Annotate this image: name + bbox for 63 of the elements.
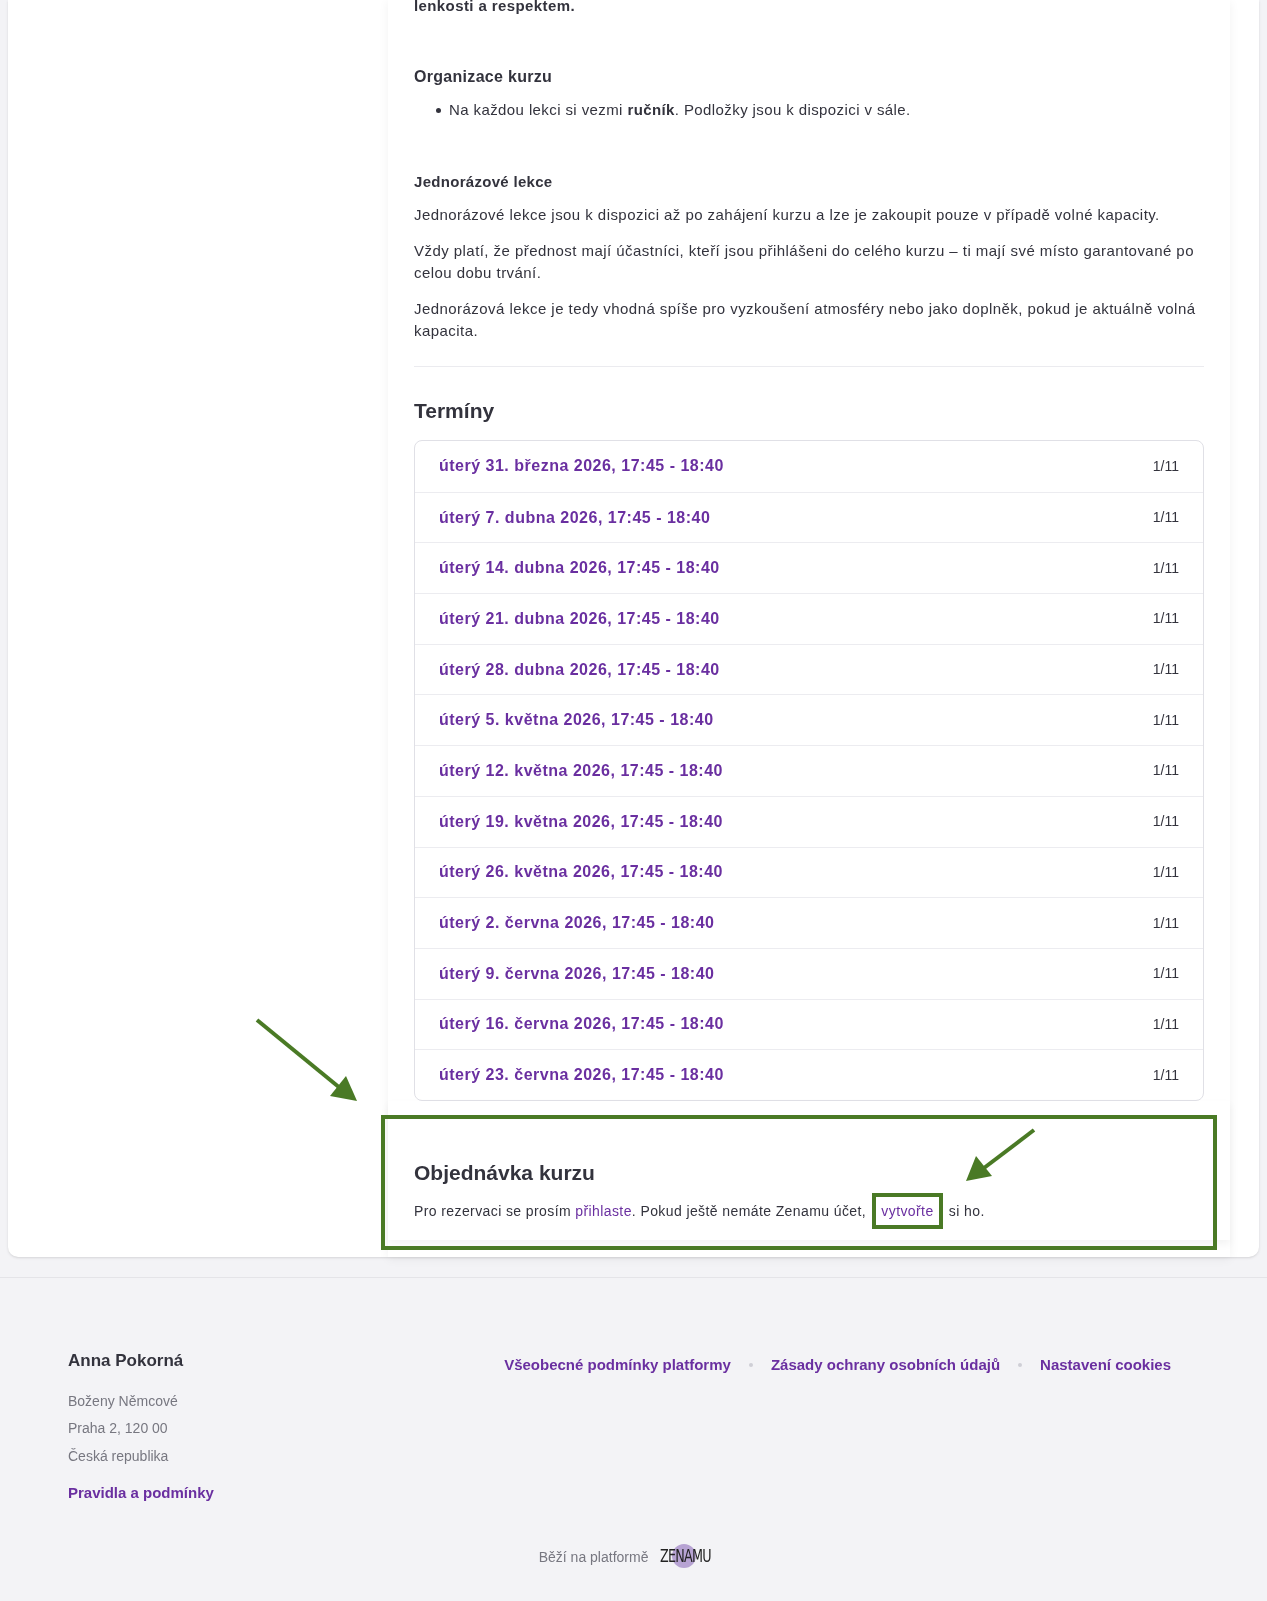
capacity-count: 1/11 [1152,964,1179,984]
date-link[interactable]: úterý 16. června 2026, 17:45 - 18:40 [439,1012,724,1037]
section-heading: Jednorázové lekce [414,172,553,192]
capacity-count: 1/11 [1152,558,1179,578]
date-row[interactable]: úterý 9. června 2026, 17:45 - 18:40 1/11 [415,947,1203,999]
capacity-count: 1/11 [1152,609,1179,629]
capacity-count: 1/11 [1152,660,1179,680]
text-link[interactable]: vytvořte [881,1203,934,1220]
date-link[interactable]: úterý 23. června 2026, 17:45 - 18:40 [439,1063,724,1088]
date-link[interactable]: úterý 21. dubna 2026, 17:45 - 18:40 [439,606,720,631]
date-row[interactable]: úterý 23. června 2026, 17:45 - 18:40 1/11 [415,1049,1203,1100]
address-line: Praha 2, 120 00 [68,1419,169,1438]
date-row[interactable]: úterý 5. května 2026, 17:45 - 18:40 1/11 [415,694,1203,746]
date-row[interactable]: úterý 31. března 2026, 17:45 - 18:40 1/11 [415,441,1203,492]
capacity-count: 1/11 [1152,1065,1179,1085]
text-link[interactable]: přihlaste [575,1203,632,1220]
capacity-count: 1/11 [1152,456,1179,476]
capacity-count: 1/11 [1152,913,1179,933]
footer-link[interactable]: Pravidla a podmínky [68,1482,214,1505]
list-item-text: Na každou lekci si vezmi ručník. Podložky jsou k dispozici v sále. [449,100,911,120]
date-row[interactable]: úterý 2. června 2026, 17:45 - 18:40 1/11 [415,897,1203,948]
section-heading: Termíny [414,397,496,424]
section-heading: Organizace kurzu [414,67,553,87]
date-link[interactable]: úterý 26. května 2026, 17:45 - 18:40 [439,860,723,885]
date-link[interactable]: úterý 19. května 2026, 17:45 - 18:40 [439,809,723,834]
date-link[interactable]: úterý 5. května 2026, 17:45 - 18:40 [439,708,714,733]
date-link[interactable]: úterý 12. května 2026, 17:45 - 18:40 [439,758,723,783]
capacity-count: 1/11 [1152,710,1179,730]
zenamu-logo[interactable]: ZENAMU [660,1544,729,1570]
footer-link[interactable]: Všeobecné podmínky platformy [504,1354,731,1377]
date-link[interactable]: úterý 31. března 2026, 17:45 - 18:40 [439,454,724,479]
paragraph-text: Jednorázová lekce je tedy vhodná spíše pro vyzkoušení atmosféry nebo jako doplněk, pokud je aktuálně volná kapacita. [414,298,1197,341]
section-heading: Objednávka kurzu [414,1159,595,1186]
date-row[interactable]: úterý 7. dubna 2026, 17:45 - 18:40 1/11 [415,491,1203,543]
date-row[interactable]: úterý 14. dubna 2026, 17:45 - 18:40 1/11 [415,542,1203,594]
footer-link[interactable]: Zásady ochrany osobních údajů [770,1354,1001,1377]
capacity-count: 1/11 [1152,1014,1179,1034]
address-line: Boženy Němcové [68,1391,179,1411]
date-row[interactable]: úterý 19. května 2026, 17:45 - 18:40 1/11 [415,795,1203,847]
annotation-arrow [966,1128,1036,1181]
date-row[interactable]: úterý 28. dubna 2026, 17:45 - 18:40 1/11 [415,643,1203,695]
date-link[interactable]: úterý 28. dubna 2026, 17:45 - 18:40 [439,657,720,682]
date-row[interactable]: úterý 12. května 2026, 17:45 - 18:40 1/11 [415,745,1203,796]
capacity-count: 1/11 [1152,812,1179,832]
date-link[interactable]: úterý 14. dubna 2026, 17:45 - 18:40 [439,556,720,581]
paragraph-text: Jednorázové lekce jsou k dispozici až po zahájení kurzu a lze je zakoupit pouze v případě volné kapacity. [414,204,1161,225]
order-text: Pro rezervaci se prosím přihlaste. Pokud ještě nemáte Zenamu účet, vytvořte si ho. [414,1200,985,1223]
powered-by-text: Běží na platformě [538,1547,649,1567]
footer-link[interactable]: Nastavení cookies [1040,1354,1171,1377]
date-row[interactable]: úterý 21. dubna 2026, 17:45 - 18:40 1/11 [415,593,1203,644]
date-row[interactable]: úterý 16. června 2026, 17:45 - 18:40 1/11 [415,998,1203,1050]
capacity-count: 1/11 [1152,508,1179,528]
paragraph-text: Vždy platí, že přednost mají účastníci, kteří jsou přihlášeni do celého kurzu – ti mají své místo garantované po celou dobu trvání. [414,240,1195,283]
date-link[interactable]: úterý 7. dubna 2026, 17:45 - 18:40 [439,505,711,530]
paragraph-text: lenkosti a respektem. [414,0,575,15]
date-link[interactable]: úterý 2. června 2026, 17:45 - 18:40 [439,911,715,936]
owner-name: Anna Pokorná [68,1350,185,1372]
date-link[interactable]: úterý 9. června 2026, 17:45 - 18:40 [439,961,715,986]
capacity-count: 1/11 [1152,761,1179,781]
capacity-count: 1/11 [1152,862,1179,882]
date-row[interactable]: úterý 26. května 2026, 17:45 - 18:40 1/11 [415,846,1203,898]
address-line: Česká republika [68,1446,170,1466]
bullet-icon [436,107,441,113]
